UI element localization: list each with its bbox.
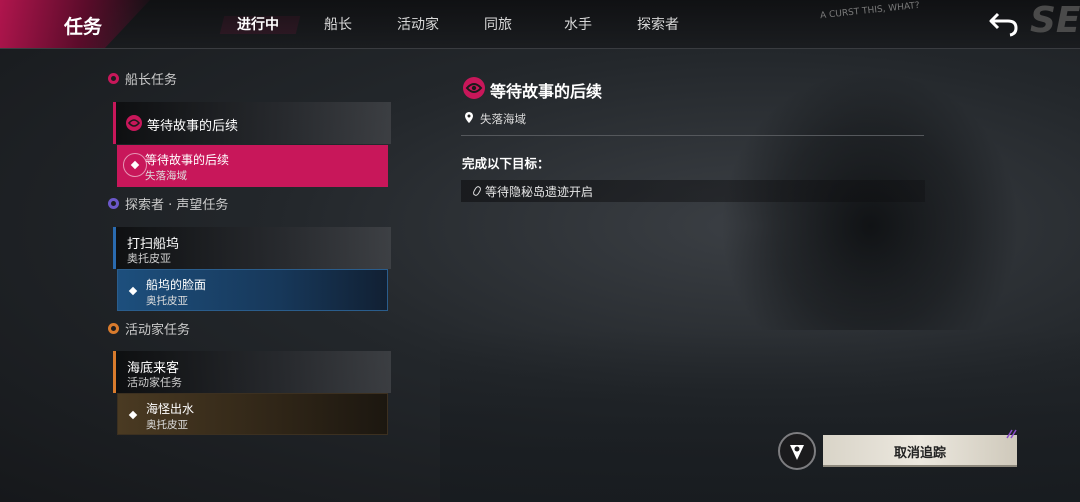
tracking-ring-icon — [123, 153, 147, 177]
tab-bar: 进行中 船长 活动家 同旅 水手 探索者 — [218, 0, 698, 48]
track-target-button[interactable] — [778, 432, 816, 470]
quest-item-captain[interactable]: 等待故事的后续 失落海域 — [117, 145, 388, 187]
quest-card-title: 等待故事的后续 — [147, 119, 239, 134]
divider — [461, 135, 924, 136]
card-accent-bar — [113, 102, 116, 144]
quest-story-icon — [126, 115, 142, 131]
decorative-scribble: A CURST THIS, WHAT? — [819, 0, 921, 22]
tab-activist[interactable]: 活动家 — [378, 0, 458, 48]
untrack-button[interactable]: 取消追踪 — [823, 435, 1017, 467]
section-explorer-header: 探索者 · 声望任务 — [108, 194, 228, 213]
objective-bullet-icon — [471, 185, 483, 197]
quest-card-activist[interactable]: 海底来客 活动家任务 — [113, 351, 391, 393]
objective-row: 等待隐秘岛遗迹开启 — [461, 180, 925, 202]
section-explorer-title: 探索者 · 声望任务 — [125, 198, 229, 213]
card-accent-bar — [113, 227, 116, 269]
quest-card-subtitle: 奥托皮亚 — [127, 252, 171, 265]
page-title: 任务 — [64, 16, 103, 38]
captain-section-icon — [108, 73, 119, 84]
tab-companion[interactable]: 同旅 — [458, 0, 538, 48]
diamond-bullet-icon — [128, 286, 138, 296]
objectives-header: 完成以下目标： — [462, 156, 550, 171]
quest-card-subtitle: 活动家任务 — [127, 376, 182, 389]
quest-item-title: 等待故事的后续 — [145, 153, 230, 167]
activist-section-icon — [108, 323, 119, 334]
tab-sailor[interactable]: 水手 — [538, 0, 618, 48]
quest-item-explorer[interactable]: 船坞的脸面 奥托皮亚 — [117, 269, 388, 311]
quest-story-icon — [463, 77, 485, 99]
untrack-button-label: 取消追踪 — [893, 446, 946, 461]
scribble-mark-icon — [1006, 429, 1017, 439]
quest-detail-location: 失落海域 — [480, 112, 526, 126]
back-arrow-icon[interactable] — [988, 10, 1020, 38]
sea-mist-background — [440, 330, 1080, 502]
tab-in-progress[interactable]: 进行中 — [218, 0, 298, 48]
explorer-section-icon — [108, 198, 119, 209]
section-activist-title: 活动家任务 — [125, 323, 191, 338]
shield-target-icon — [790, 445, 804, 460]
tab-explorer[interactable]: 探索者 — [618, 0, 698, 48]
decorative-corner-letters: SE — [1030, 0, 1080, 41]
quest-item-location: 失落海域 — [145, 170, 187, 182]
quest-card-captain[interactable]: 等待故事的后续 — [113, 102, 391, 144]
diamond-bullet-icon — [128, 410, 138, 420]
tab-captain[interactable]: 船长 — [298, 0, 378, 48]
quest-detail-title: 等待故事的后续 — [490, 82, 603, 101]
location-pin-icon — [465, 112, 473, 123]
quest-item-activist[interactable]: 海怪出水 奥托皮亚 — [117, 393, 388, 435]
quest-item-title: 船坞的脸面 — [146, 278, 207, 292]
quest-item-location: 奥托皮亚 — [146, 295, 188, 307]
top-bar: 任务 进行中 船长 活动家 同旅 水手 探索者 A CURST THIS, WH… — [0, 0, 1080, 49]
section-activist-header: 活动家任务 — [108, 319, 190, 338]
section-captain-header: 船长任务 — [108, 69, 177, 88]
quest-item-location: 奥托皮亚 — [146, 419, 188, 431]
quest-item-title: 海怪出水 — [146, 402, 195, 416]
quest-card-explorer[interactable]: 打扫船坞 奥托皮亚 — [113, 227, 391, 269]
section-captain-title: 船长任务 — [125, 73, 178, 88]
card-accent-bar — [113, 351, 116, 393]
objective-text: 等待隐秘岛遗迹开启 — [485, 185, 594, 199]
